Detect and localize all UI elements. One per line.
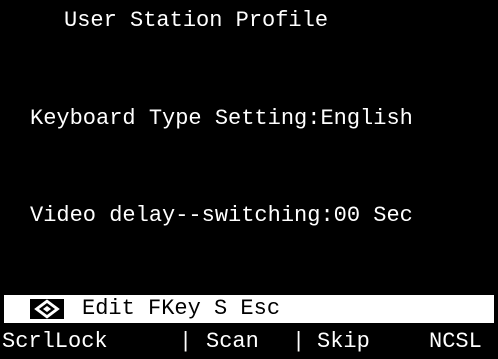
video-delay-label: Video delay--switching: xyxy=(30,203,334,228)
hint-text: Edit FKey S Esc xyxy=(82,296,281,321)
keyboard-type-value[interactable]: English xyxy=(320,106,412,131)
footer-bar: ScrlLock | Scan | Skip NCSL xyxy=(0,327,498,357)
scrolllock-key[interactable]: ScrlLock xyxy=(2,327,108,357)
diamond-key-icon xyxy=(30,299,64,319)
keyboard-type-setting[interactable]: Keyboard Type Setting:English xyxy=(30,106,413,132)
footer-separator: | xyxy=(179,329,193,354)
footer-separator: | xyxy=(292,329,306,354)
skip-key[interactable]: Skip xyxy=(317,327,370,357)
ncsl-key[interactable]: NCSL xyxy=(429,327,482,357)
video-delay-setting[interactable]: Video delay--switching:00 Sec xyxy=(30,203,413,229)
scan-key[interactable]: Scan xyxy=(206,327,259,357)
video-delay-value[interactable]: 00 Sec xyxy=(334,203,413,228)
osd-screen: User Station Profile Keyboard Type Setti… xyxy=(0,0,498,359)
hint-bar: Edit FKey S Esc xyxy=(4,295,494,323)
page-title: User Station Profile xyxy=(64,8,329,33)
keyboard-type-label: Keyboard Type Setting: xyxy=(30,106,321,131)
